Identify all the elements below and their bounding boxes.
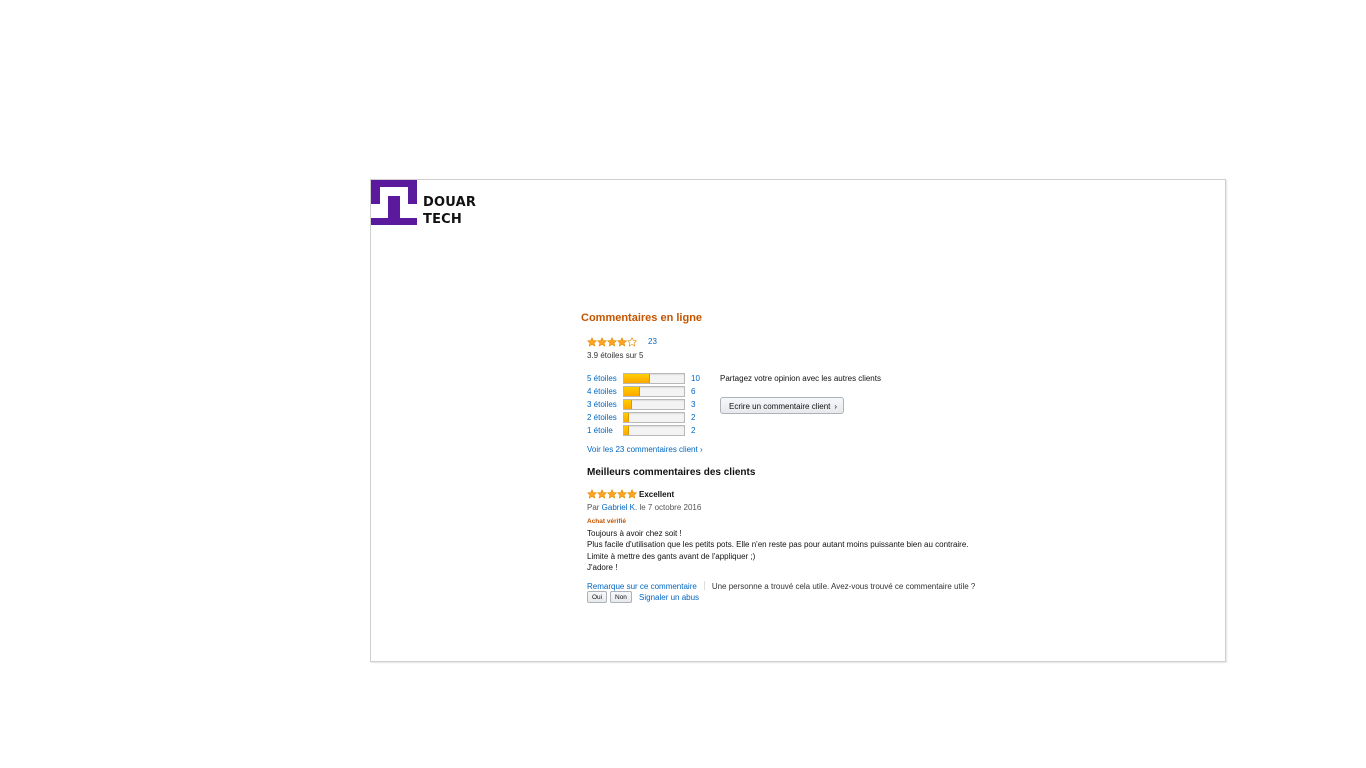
histogram-label[interactable]: 5 étoiles xyxy=(587,374,623,383)
histogram-bar[interactable] xyxy=(623,425,685,436)
star-icon xyxy=(627,489,637,499)
histogram-row-3[interactable]: 3 étoiles 3 xyxy=(587,399,717,410)
histogram-row-1[interactable]: 1 étoile 2 xyxy=(587,425,717,436)
histogram-row-2[interactable]: 2 étoiles 2 xyxy=(587,412,717,423)
star-icon xyxy=(607,489,617,499)
comment-on-review-link[interactable]: Remarque sur ce commentaire xyxy=(587,582,697,591)
top-reviews-heading: Meilleurs commentaires des clients xyxy=(587,467,756,478)
review-body-line: Plus facile d'utilisation que les petits… xyxy=(587,540,969,549)
review-body-line: Toujours à avoir chez soit ! xyxy=(587,529,682,538)
histogram-bar-fill xyxy=(624,387,640,396)
review-title[interactable]: Excellent xyxy=(639,490,674,499)
average-rating-text: 3.9 étoiles sur 5 xyxy=(587,351,644,360)
rating-count-link[interactable]: 23 xyxy=(648,337,657,346)
histogram-bar[interactable] xyxy=(623,412,685,423)
histogram-label[interactable]: 3 étoiles xyxy=(587,400,623,409)
star-icon xyxy=(587,489,597,499)
review-rating-stars[interactable] xyxy=(587,489,637,499)
histogram-count[interactable]: 6 xyxy=(691,387,695,396)
verified-purchase-badge: Achat vérifié xyxy=(587,518,627,525)
histogram-bar-fill xyxy=(624,374,650,383)
helpful-no-button[interactable]: Non xyxy=(610,591,632,603)
star-icon xyxy=(627,337,637,347)
histogram-count[interactable]: 2 xyxy=(691,413,695,422)
brand-name-line2: TECH xyxy=(423,212,462,227)
histogram-bar-fill xyxy=(624,400,632,409)
histogram-label[interactable]: 2 étoiles xyxy=(587,413,623,422)
report-abuse-link[interactable]: Signaler un abus xyxy=(639,593,699,602)
write-review-button[interactable]: Ecrire un commentaire client › xyxy=(720,397,845,414)
histogram-count[interactable]: 3 xyxy=(691,400,695,409)
review-author-link[interactable]: Gabriel K. xyxy=(602,503,638,512)
histogram-bar-fill xyxy=(624,426,630,435)
histogram-bar[interactable] xyxy=(623,399,685,410)
histogram-label[interactable]: 1 étoile xyxy=(587,426,623,435)
see-all-reviews-link[interactable]: Voir les 23 commentaires client › xyxy=(587,445,703,454)
star-icon xyxy=(607,337,617,347)
star-icon xyxy=(617,337,627,347)
histogram-count[interactable]: 2 xyxy=(691,426,695,435)
page-frame: DOUAR TECH Commentaires en ligne 23 3.9 … xyxy=(370,179,1226,662)
review-byline: Par Gabriel K. le 7 octobre 2016 xyxy=(587,503,701,512)
douar-tech-logo[interactable]: DOUAR TECH xyxy=(371,180,491,230)
review-actions: Remarque sur ce commentaire Une personne … xyxy=(587,581,975,591)
helpful-question: Une personne a trouvé cela utile. Avez-v… xyxy=(711,582,976,591)
write-review-label: Ecrire un commentaire client xyxy=(729,402,831,411)
star-icon xyxy=(597,337,607,347)
divider xyxy=(703,581,705,590)
histogram-row-4[interactable]: 4 étoiles 6 xyxy=(587,386,717,397)
byline-prefix: Par xyxy=(587,503,602,512)
histogram-bar[interactable] xyxy=(623,373,685,384)
average-rating-stars[interactable] xyxy=(587,337,637,347)
logo-mark-icon xyxy=(371,180,417,225)
review-body-line: J'adore ! xyxy=(587,563,618,572)
star-icon xyxy=(587,337,597,347)
brand-name-line1: DOUAR xyxy=(423,195,477,210)
histogram-bar[interactable] xyxy=(623,386,685,397)
helpful-yes-button[interactable]: Oui xyxy=(587,591,608,603)
histogram-label[interactable]: 4 étoiles xyxy=(587,387,623,396)
section-title: Commentaires en ligne xyxy=(581,312,703,324)
star-icon xyxy=(617,489,627,499)
share-opinion-text: Partagez votre opinion avec les autres c… xyxy=(720,374,881,383)
histogram-bar-fill xyxy=(624,413,630,422)
review-date: le 7 octobre 2016 xyxy=(637,503,702,512)
review-body-line: Limite à mettre des gants avant de l'app… xyxy=(587,552,756,561)
histogram-row-5[interactable]: 5 étoiles 10 xyxy=(587,373,717,384)
chevron-right-icon: › xyxy=(834,402,838,411)
histogram-count[interactable]: 10 xyxy=(691,374,700,383)
star-icon xyxy=(597,489,607,499)
